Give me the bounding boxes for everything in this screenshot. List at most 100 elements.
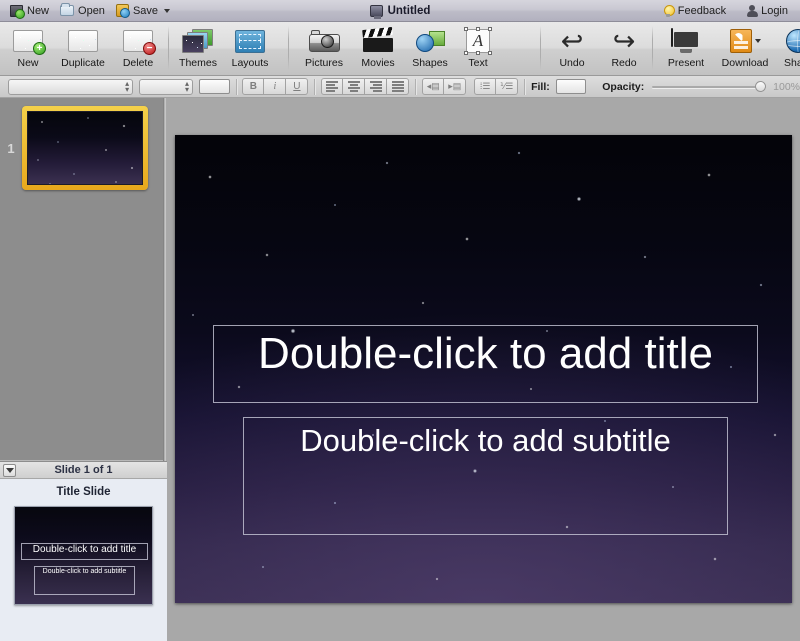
text-style-group: B i U — [242, 78, 309, 95]
slide-thumbnail-selected[interactable] — [22, 106, 148, 190]
layout-preview[interactable]: Double-click to add title Double-click t… — [14, 506, 153, 605]
slide-canvas-area[interactable]: Double-click to add title Double-click t… — [167, 98, 800, 641]
align-right-button[interactable] — [365, 78, 388, 95]
download-icon — [729, 26, 761, 56]
save-button[interactable]: Save — [112, 3, 174, 18]
font-family-select[interactable]: ▴ ▾ — [8, 78, 134, 95]
toolbar-new-slide-label: New — [17, 57, 39, 69]
globe-icon — [786, 26, 800, 56]
opacity-label: Opacity: — [602, 80, 645, 93]
format-divider — [314, 78, 316, 95]
toolbar-pictures-button[interactable]: Pictures — [296, 22, 352, 74]
toolbar-download-label: Download — [721, 57, 769, 69]
shapes-icon — [415, 26, 445, 56]
align-left-button[interactable] — [321, 78, 344, 95]
toolbar-duplicate-label: Duplicate — [61, 57, 105, 69]
format-bar: ▴ ▾ ▴ ▾ B i U ◂▤ ▸▤ ⁞☰ ⅟☰ Fill: Opacity:… — [0, 76, 800, 98]
chevron-down-icon — [164, 8, 171, 13]
opacity-slider-track — [652, 85, 767, 88]
login-button-label: Login — [761, 5, 788, 17]
toolbar-new-slide-button[interactable]: + New — [2, 22, 54, 74]
numbered-list-button[interactable]: ⅟☰ — [496, 78, 519, 95]
feedback-button-label: Feedback — [677, 5, 727, 17]
toolbar-text-label: Text — [468, 57, 488, 69]
toolbar-separator-2 — [288, 22, 289, 76]
toolbar-separator-3 — [540, 22, 541, 76]
toolbar-download-button[interactable]: Download — [714, 22, 776, 74]
disclosure-button[interactable] — [3, 463, 16, 477]
slide-list-item[interactable]: 1 — [0, 98, 163, 198]
stepper-icon: ▴ ▾ — [185, 78, 190, 94]
toolbar-separator-4 — [652, 22, 653, 76]
monitor-icon — [671, 26, 701, 56]
toolbar-text-button[interactable]: A Text — [456, 22, 500, 74]
align-justify-button[interactable] — [387, 78, 410, 95]
document-title: Untitled — [387, 5, 431, 17]
opacity-slider[interactable] — [652, 80, 767, 94]
toolbar-group-history: ↩ Undo ↪ Redo — [546, 22, 650, 76]
clapperboard-icon — [362, 26, 393, 56]
increase-indent-button[interactable]: ▸▤ — [444, 78, 467, 95]
toolbar-themes-label: Themes — [179, 57, 217, 69]
align-center-button[interactable] — [343, 78, 366, 95]
italic-button[interactable]: i — [264, 78, 287, 95]
slide-number: 1 — [7, 140, 15, 156]
toolbar-group-output: Present Download Share — [658, 22, 800, 76]
alignment-group — [321, 78, 410, 95]
toolbar-redo-button[interactable]: ↪ Redo — [598, 22, 650, 74]
fill-label: Fill: — [531, 80, 550, 93]
subtitle-placeholder[interactable]: Double-click to add subtitle — [243, 417, 728, 535]
toolbar-movies-label: Movies — [361, 57, 395, 69]
login-button[interactable]: Login — [742, 4, 792, 18]
text-box-icon: A — [464, 26, 492, 56]
new-button[interactable]: New — [6, 4, 53, 19]
slide-add-icon: + — [13, 26, 46, 56]
bullet-list-button[interactable]: ⁞☰ — [474, 78, 497, 95]
slide-canvas[interactable]: Double-click to add title Double-click t… — [175, 135, 792, 603]
decrease-indent-button[interactable]: ◂▤ — [422, 78, 445, 95]
numbered-list-icon: ⅟☰ — [500, 81, 514, 91]
decrease-indent-icon: ◂▤ — [426, 81, 440, 91]
toolbar-share-button[interactable]: Share — [776, 22, 800, 74]
toolbar-shapes-button[interactable]: Shapes — [404, 22, 456, 74]
toolbar-undo-button[interactable]: ↩ Undo — [546, 22, 598, 74]
toolbar-present-button[interactable]: Present — [658, 22, 714, 74]
toolbar-shapes-label: Shapes — [412, 57, 448, 69]
toolbar-themes-button[interactable]: Themes — [172, 22, 224, 74]
toolbar-redo-label: Redo — [611, 57, 637, 69]
undo-arrow-icon: ↩ — [560, 25, 584, 57]
new-document-icon — [10, 4, 25, 19]
chevron-down-icon — [5, 467, 14, 473]
application-window: New Open Save Untitled Feedback Login + … — [0, 0, 800, 641]
lightbulb-icon — [663, 5, 675, 17]
toolbar-delete-label: Delete — [122, 57, 154, 69]
open-button-label: Open — [78, 4, 105, 17]
toolbar-layouts-button[interactable]: Layouts — [224, 22, 276, 74]
slide-duplicate-icon — [68, 26, 98, 56]
text-color-swatch[interactable] — [199, 79, 230, 94]
toolbar-group-design: Themes Layouts — [172, 22, 276, 76]
list-group: ⁞☰ ⅟☰ — [474, 78, 519, 95]
toolbar-group-slides: + New Duplicate − Delete — [2, 22, 164, 76]
underline-button[interactable]: U — [286, 78, 309, 95]
camera-icon — [308, 26, 340, 56]
titlebar-right-buttons: Feedback Login — [659, 0, 792, 22]
increase-indent-icon: ▸▤ — [448, 81, 462, 91]
toolbar-delete-button[interactable]: − Delete — [112, 22, 164, 74]
align-right-icon — [369, 81, 382, 92]
opacity-value: 100% — [773, 80, 800, 93]
toolbar-movies-button[interactable]: Movies — [352, 22, 404, 74]
title-placeholder[interactable]: Double-click to add title — [213, 325, 758, 403]
open-button[interactable]: Open — [56, 3, 109, 18]
align-justify-icon — [391, 81, 404, 92]
indent-group: ◂▤ ▸▤ — [422, 78, 467, 95]
opacity-slider-knob[interactable] — [755, 80, 767, 92]
font-size-select[interactable]: ▴ ▾ — [139, 78, 194, 95]
presentation-icon — [369, 5, 383, 19]
fill-color-swatch[interactable] — [555, 79, 587, 94]
toolbar-duplicate-button[interactable]: Duplicate — [54, 22, 112, 74]
bold-button[interactable]: B — [242, 78, 265, 95]
slide-navigator[interactable]: 1 — [0, 98, 163, 460]
subtitle-placeholder-text: Double-click to add subtitle — [300, 423, 671, 458]
feedback-button[interactable]: Feedback — [659, 4, 730, 18]
